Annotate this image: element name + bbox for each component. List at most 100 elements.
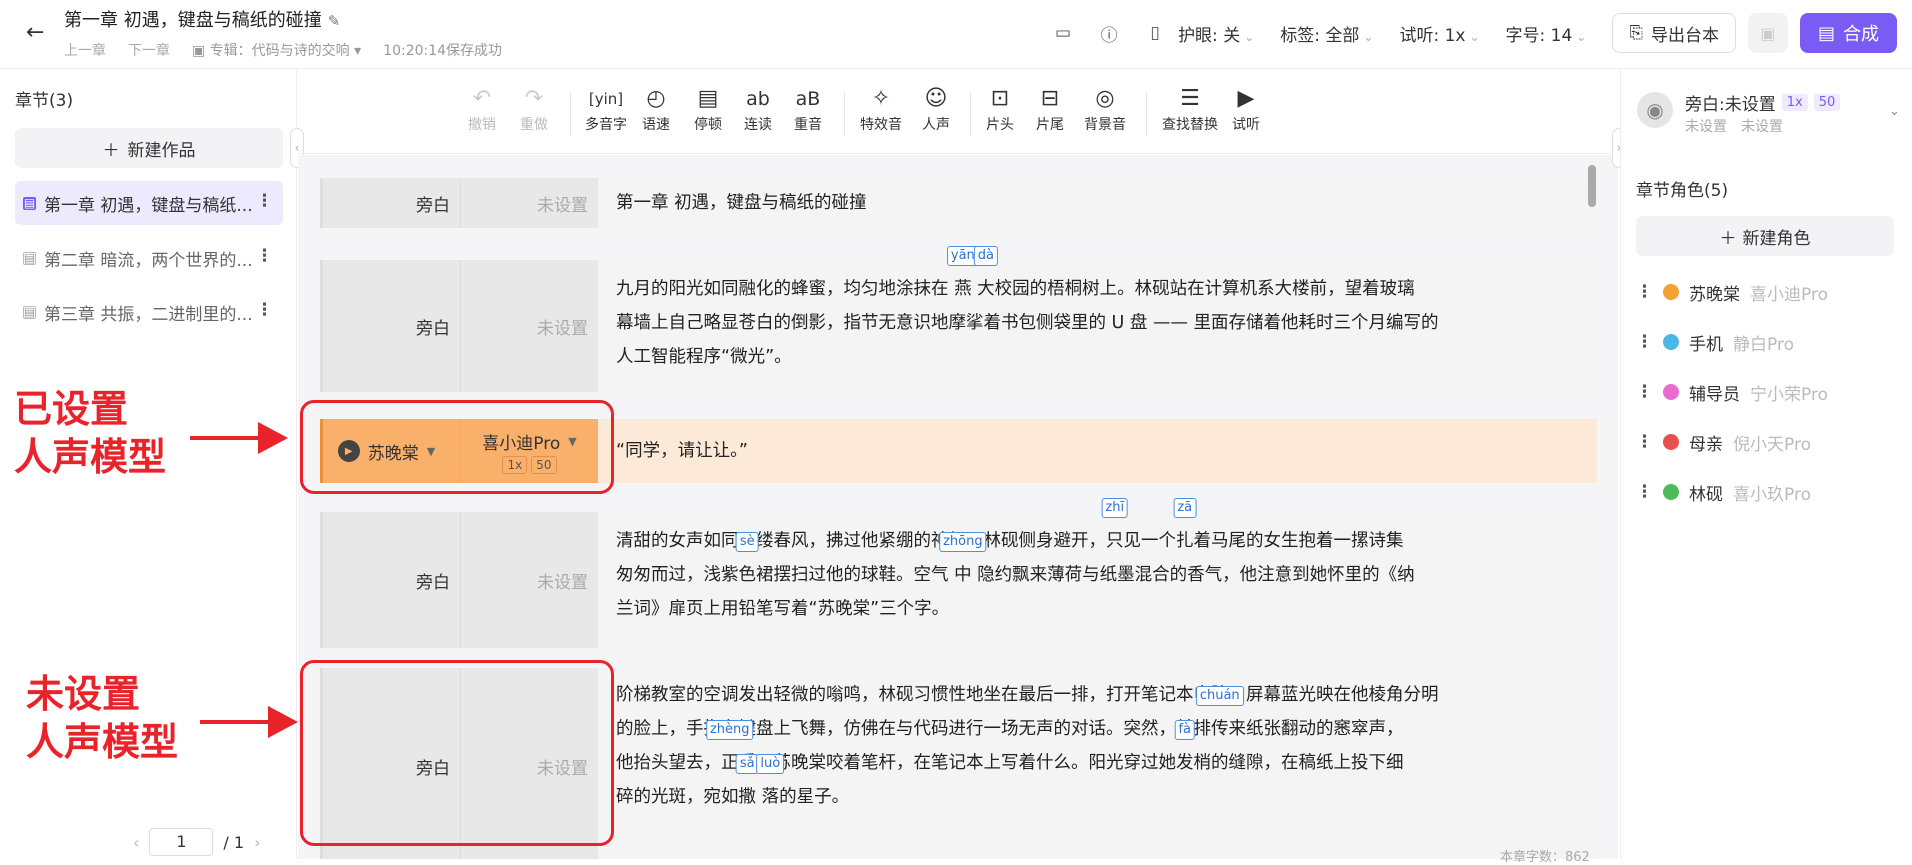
role-item[interactable]: ⋮ 辅导员 宁小荣Pro (1636, 377, 1828, 407)
polyphone-word[interactable]: luò 落 (756, 754, 785, 814)
role-cell[interactable]: 旁白 (320, 178, 460, 228)
role-cell[interactable]: 旁白 (320, 260, 460, 392)
album-selector[interactable]: ▣ 专辑：代码与诗的交响 ▾ (192, 40, 361, 60)
effect-sound-button[interactable]: ✧ 特效音 (860, 84, 902, 134)
annotation-box (300, 400, 614, 494)
chapter-icon: ▤ (23, 196, 36, 210)
role-pin-icon (1663, 284, 1679, 300)
speed-button[interactable]: ◴ 语速 (642, 84, 670, 134)
back-arrow-icon[interactable]: ← (26, 20, 44, 45)
chevron-down-icon[interactable]: ⌄ (1889, 104, 1900, 119)
chapter-item-1[interactable]: ▤ 第一章 初遇，键盘与稿纸... ⋮ (15, 181, 283, 225)
album-icon: ▣ (192, 43, 206, 59)
row-text[interactable]: 第一章 初遇，键盘与稿纸的碰撞 (598, 178, 1597, 228)
polyphone-word[interactable]: sǎ 撒 (735, 754, 759, 814)
eye-protection-select[interactable]: 护眼: 关 ⌄ (1178, 21, 1254, 46)
export-icon: ⎘ (1629, 23, 1643, 43)
role-item[interactable]: ⋮ 林砚 喜小玖Pro (1636, 477, 1811, 507)
save-icon: ▣ (1760, 23, 1776, 43)
polyphone-word[interactable]: zhōng 中 (939, 532, 987, 592)
outro-button[interactable]: ⊟ 片尾 (1036, 84, 1064, 134)
find-replace-button[interactable]: ☰ 查找替换 (1162, 84, 1218, 134)
pause-button[interactable]: ▤ 停顿 (694, 84, 722, 134)
page-total: / 1 (223, 832, 245, 852)
prev-page-icon[interactable]: ‹ (133, 833, 139, 852)
bgm-button[interactable]: ◎ 背景音 (1084, 84, 1126, 134)
synthesize-button[interactable]: ▤ 合成 (1799, 13, 1897, 53)
polyphone-word[interactable]: fà 发 (1174, 720, 1196, 780)
edit-pencil-icon[interactable]: ✎ (328, 12, 341, 30)
listen-speed-select[interactable]: 试听: 1x ⌄ (1399, 21, 1479, 46)
more-icon[interactable]: ⋮ (256, 246, 273, 266)
polyphone-word[interactable]: zā 扎 (1173, 498, 1197, 558)
row-text[interactable]: 阶梯教室的空调发出轻微的嗡鸣，林砚习惯性地坐在最后一排，打开笔记本电脑。屏幕蓝光… (598, 668, 1597, 859)
drag-handle-icon[interactable]: ⋮ (1636, 432, 1653, 452)
voice-cell[interactable]: 未设置 (460, 178, 598, 228)
next-chapter-link[interactable]: 下一章 (128, 40, 170, 60)
undo-button[interactable]: ↶ 撤销 (468, 84, 496, 134)
liaison-button[interactable]: ab 连读 (744, 84, 772, 134)
chapter-item-2[interactable]: ▤ 第二章 暗流，两个世界的... ⋮ (15, 236, 283, 280)
scrollbar[interactable] (1588, 165, 1596, 207)
drag-handle-icon[interactable]: ⋮ (1636, 282, 1653, 302)
annotation-box (300, 660, 614, 846)
polyphone-word[interactable]: sè 色 (735, 532, 759, 592)
stress-icon: aB (795, 88, 821, 110)
speed-icon: ◴ (646, 86, 666, 111)
intro-button[interactable]: ⊡ 片头 (986, 84, 1014, 134)
row-text[interactable]: 九月的阳光如同融化的蜂蜜，均匀地涂抹在 yān 燕 dà 大校园的梧桐树上。林砚站在… (598, 246, 1597, 392)
music-disc-icon: ◎ (1095, 86, 1115, 111)
save-button[interactable]: ▣ (1747, 13, 1788, 53)
polyphone-word[interactable]: yān 燕 (946, 246, 979, 306)
sparkle-icon: ✧ (871, 86, 891, 111)
role-item[interactable]: ⋮ 手机 静白Pro (1636, 327, 1794, 357)
next-page-icon[interactable]: › (254, 833, 260, 852)
polyphone-word[interactable]: chuán 传 (1195, 686, 1244, 746)
subtitle-icon[interactable]: ▭ (1040, 23, 1086, 43)
row-text[interactable]: 清甜的女声如同一缕春风，拂过他紧绷的神经。林砚侧身避开， zhī 只见一个 zā 扎着马… (598, 498, 1597, 648)
role-cell[interactable]: 旁白 (320, 512, 460, 648)
polyphone-word[interactable]: dà 大 (973, 246, 999, 306)
polyphone-word[interactable]: zhī 只 (1101, 498, 1129, 558)
liaison-icon: ab (746, 88, 770, 110)
export-script-button[interactable]: ⎘ 导出台本 (1612, 13, 1736, 53)
row-text[interactable]: “同学，请让让。” (598, 419, 1597, 483)
chapter-icon: ▤ (23, 305, 36, 319)
script-row[interactable]: 旁白 未设置 清甜的女声如同一缕春风，拂过他紧绷的神经。林砚侧身避开， zhī 只见… (320, 498, 1597, 648)
redo-button[interactable]: ↷ 重做 (520, 84, 548, 134)
voice-cell[interactable]: 未设置 (460, 512, 598, 648)
drag-handle-icon[interactable]: ⋮ (1636, 382, 1653, 402)
drag-handle-icon[interactable]: ⋮ (1636, 332, 1653, 352)
more-icon[interactable]: ⋮ (256, 191, 273, 211)
chapter-item-3[interactable]: ▤ 第三章 共振，二进制里的... ⋮ (15, 290, 283, 334)
more-icon[interactable]: ⋮ (256, 300, 273, 320)
narrator-settings[interactable]: 旁白:未设置 1x 50 (1685, 90, 1841, 115)
polyphone-button[interactable]: [yin] 多音字 (585, 84, 627, 134)
role-item[interactable]: ⋮ 母亲 倪小天Pro (1636, 427, 1811, 457)
preview-button[interactable]: ▶ 试听 (1232, 84, 1260, 134)
script-row[interactable]: 旁白 未设置 第一章 初遇，键盘与稿纸的碰撞 (320, 178, 1597, 228)
intro-icon: ⊡ (990, 86, 1010, 111)
drag-handle-icon[interactable]: ⋮ (1636, 482, 1653, 502)
arrow-icon (200, 706, 298, 738)
new-role-button[interactable]: ＋新建角色 (1636, 216, 1894, 256)
script-row[interactable]: 旁白 未设置 九月的阳光如同融化的蜂蜜，均匀地涂抹在 yān 燕 dà 大校园的梧桐… (320, 246, 1597, 392)
voice-cell[interactable]: 未设置 (460, 260, 598, 392)
role-pin-icon (1663, 384, 1679, 400)
top-bar: ← 第一章 初遇，键盘与稿纸的碰撞 ✎ 上一章 下一章 ▣ 专辑：代码与诗的交响 … (0, 0, 1912, 69)
book-icon[interactable]: ▯ (1132, 23, 1178, 43)
tag-filter-select[interactable]: 标签: 全部 ⌄ (1280, 21, 1373, 46)
new-work-button[interactable]: ＋新建作品 (15, 128, 283, 168)
synthesize-icon: ▤ (1817, 22, 1835, 44)
font-size-select[interactable]: 字号: 14 ⌄ (1506, 21, 1587, 46)
page-input[interactable]: 1 (149, 828, 214, 856)
voice-button[interactable]: ☺ 人声 (922, 84, 950, 134)
stress-button[interactable]: aB 重音 (794, 84, 822, 134)
save-status: 10:20:14保存成功 (383, 43, 503, 59)
chevron-down-icon: ⌄ (1244, 29, 1255, 44)
help-icon[interactable]: ⓘ (1086, 21, 1132, 46)
undo-icon: ↶ (472, 86, 492, 111)
role-item[interactable]: ⋮ 苏晚棠 喜小迪Pro (1636, 277, 1828, 307)
prev-chapter-link[interactable]: 上一章 (64, 40, 106, 60)
annotation-set-label: 已设置 人声模型 (14, 387, 167, 479)
